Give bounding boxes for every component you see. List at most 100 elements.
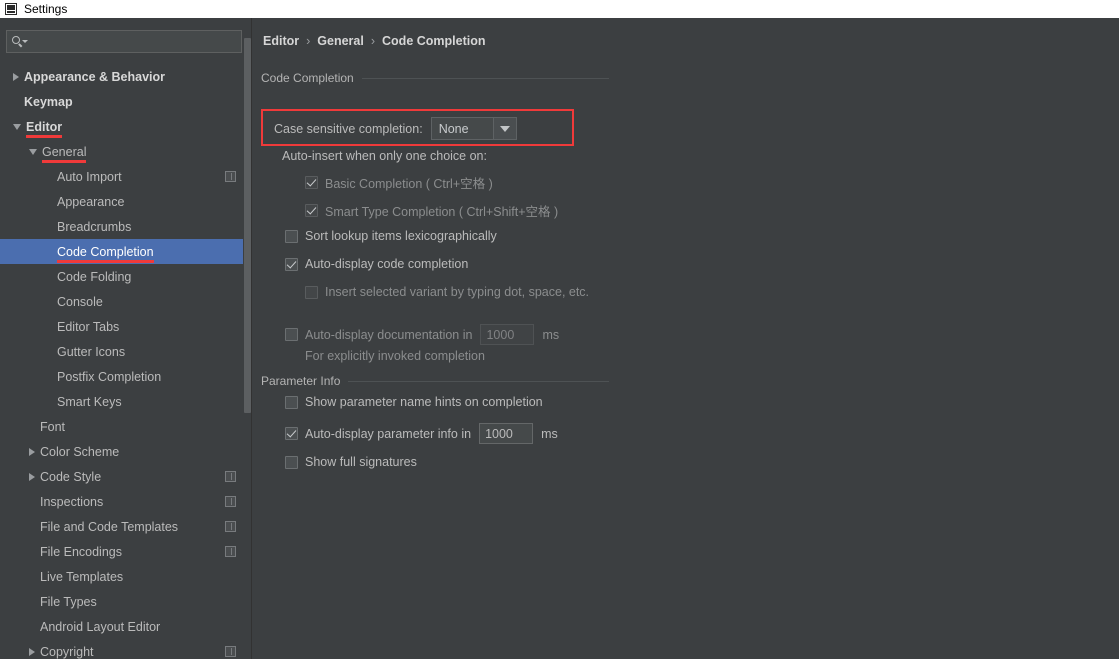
auto-display-documentation-delay-input[interactable] [480,324,535,345]
settings-main-pane: Editor › General › Code Completion Code Comp… [253,18,1119,659]
sidebar-item-android-layout-editor[interactable]: Android Layout Editor [0,614,251,639]
chevron-down-icon[interactable] [13,123,21,130]
sidebar-item-label: Gutter Icons [57,344,126,359]
auto-display-parameter-info-delay-input[interactable] [479,423,534,444]
breadcrumb-item[interactable]: Code Completion [382,34,485,48]
sidebar-item-keymap[interactable]: Keymap [0,89,251,114]
settings-window: Settings Appearance & Behavior Keymap Edit… [0,0,1119,659]
sidebar-item-appearance-behavior[interactable]: Appearance & Behavior [0,64,251,89]
insert-selected-variant-row[interactable]: Insert selected variant by typing dot, s… [305,285,589,299]
sidebar-item-font[interactable]: Font [0,414,251,439]
chevron-right-icon[interactable] [29,647,35,656]
sidebar-item-live-templates[interactable]: Live Templates [0,564,251,589]
settings-tree: Appearance & Behavior Keymap Editor General… [0,64,251,659]
sidebar-item-auto-import[interactable]: Auto Import [0,164,251,189]
show-parameter-hints-row[interactable]: Show parameter name hints on completion [285,395,543,409]
smart-type-completion-row[interactable]: Smart Type Completion ( Ctrl+Shift+空格 ) [305,201,558,220]
sidebar-item-code-folding[interactable]: Code Folding [0,264,251,289]
sidebar-item-label: Code Completion [57,245,154,263]
sidebar-scrollbar-thumb[interactable] [244,38,251,413]
project-scope-icon [225,646,236,657]
auto-display-documentation-row[interactable]: Auto-display documentation in ms [285,324,559,345]
breadcrumb-item[interactable]: General [317,34,364,48]
sidebar-item-postfix-completion[interactable]: Postfix Completion [0,364,251,389]
chevron-right-icon[interactable] [29,447,35,456]
sort-lookup-checkbox[interactable] [285,229,298,243]
project-scope-icon [225,546,236,557]
smart-type-completion-checkbox[interactable] [305,204,318,217]
auto-display-parameter-info-label: Auto-display parameter info in [305,426,472,441]
sidebar-item-breadcrumbs[interactable]: Breadcrumbs [0,214,251,239]
sidebar-item-label: Postfix Completion [57,369,162,384]
sidebar-item-appearance[interactable]: Appearance [0,189,251,214]
basic-completion-label: Basic Completion ( Ctrl+空格 ) [325,177,493,191]
auto-display-parameter-info-checkbox[interactable] [285,427,298,440]
search-icon [12,35,28,49]
sidebar-item-inspections[interactable]: Inspections [0,489,251,514]
show-full-signatures-label: Show full signatures [305,455,417,469]
show-full-signatures-row[interactable]: Show full signatures [285,455,417,469]
sort-lookup-row[interactable]: Sort lookup items lexicographically [285,229,497,243]
chevron-right-icon[interactable] [29,472,35,481]
sidebar-item-color-scheme[interactable]: Color Scheme [0,439,251,464]
settings-body: Appearance & Behavior Keymap Editor General… [0,18,1119,659]
sidebar-item-label: File Encodings [40,544,122,559]
sidebar-item-file-types[interactable]: File Types [0,589,251,614]
auto-display-completion-row[interactable]: Auto-display code completion [285,257,468,271]
case-sensitive-completion-dropdown[interactable]: None [430,117,517,140]
breadcrumb-item[interactable]: Editor [263,34,299,48]
chevron-down-icon[interactable] [29,148,37,155]
sidebar-item-label: Code Style [40,469,102,484]
sidebar-item-label: Inspections [40,494,104,509]
search-input[interactable] [30,34,241,49]
chevron-right-icon[interactable] [13,72,19,81]
sidebar-item-copyright[interactable]: Copyright [0,639,251,659]
sidebar-item-general[interactable]: General [0,139,251,164]
project-scope-icon [225,171,236,182]
sidebar-item-gutter-icons[interactable]: Gutter Icons [0,339,251,364]
section-rule [348,380,609,382]
chevron-down-icon[interactable] [492,118,516,139]
auto-display-parameter-info-row[interactable]: Auto-display parameter info in ms [285,423,558,444]
sidebar-item-label: Keymap [24,94,73,109]
basic-completion-checkbox[interactable] [305,176,318,189]
sidebar-item-label: Smart Keys [57,394,122,409]
sidebar-item-console[interactable]: Console [0,289,251,314]
red-underline-annotation [57,260,154,263]
insert-selected-variant-label: Insert selected variant by typing dot, s… [325,285,590,299]
sidebar-item-code-completion[interactable]: Code Completion [0,239,251,264]
sidebar-item-label: Editor [26,120,63,138]
sidebar-item-code-style[interactable]: Code Style [0,464,251,489]
sidebar-item-label: Breadcrumbs [57,219,132,234]
sidebar-item-file-and-code-templates[interactable]: File and Code Templates [0,514,251,539]
sidebar-item-editor[interactable]: Editor [0,114,251,139]
show-parameter-hints-checkbox[interactable] [285,395,298,409]
breadcrumb-separator: › [306,34,311,48]
basic-completion-row[interactable]: Basic Completion ( Ctrl+空格 ) [305,173,493,192]
sidebar-search-box[interactable] [6,30,242,53]
sidebar-item-smart-keys[interactable]: Smart Keys [0,389,251,414]
auto-display-documentation-checkbox[interactable] [285,328,298,341]
sidebar-item-file-encodings[interactable]: File Encodings [0,539,251,564]
sidebar-item-label: File Types [40,594,97,609]
settings-sidebar: Appearance & Behavior Keymap Editor General… [0,18,252,659]
intellij-icon [5,3,17,15]
breadcrumb-separator: › [370,34,376,48]
auto-display-completion-checkbox[interactable] [285,257,298,271]
insert-selected-variant-checkbox[interactable] [305,285,318,299]
show-full-signatures-checkbox[interactable] [285,455,298,469]
section-title-parameter-info: Parameter Info [261,374,341,388]
sidebar-item-editor-tabs[interactable]: Editor Tabs [0,314,251,339]
auto-display-documentation-hint: For explicitly invoked completion [305,349,485,363]
auto-display-parameter-info-unit: ms [541,426,558,441]
auto-display-completion-label: Auto-display code completion [305,257,469,271]
